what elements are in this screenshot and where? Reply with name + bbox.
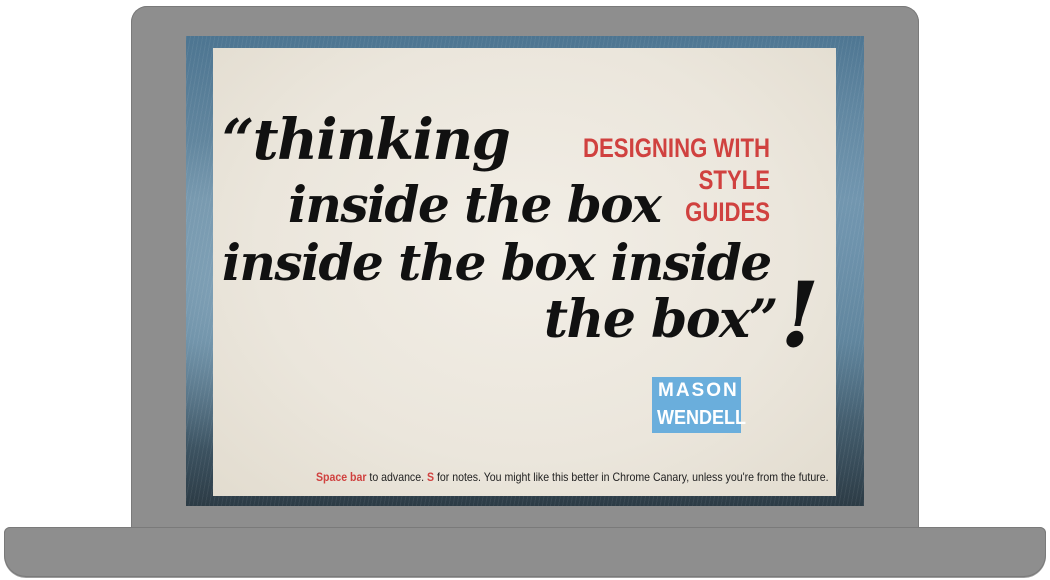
- instructions-text-2: for notes. You might like this better in…: [434, 470, 829, 484]
- slide-title: DESIGNING WITH STYLE GUIDES: [581, 132, 770, 228]
- author-badge: MASON WENDELL: [652, 377, 746, 433]
- quote-line-1: “thinking: [222, 107, 511, 173]
- quote-line-4: the box”: [544, 289, 778, 350]
- slide-title-line-2: GUIDES: [685, 197, 770, 227]
- space-bar-key-label: Space bar: [316, 470, 367, 484]
- author-first-name: MASON: [658, 380, 739, 401]
- laptop-base: [4, 527, 1046, 577]
- instructions-text-1: to advance.: [366, 470, 427, 484]
- navigation-instructions: Space bar to advance. S for notes. You m…: [316, 470, 829, 484]
- exclamation-mark: !: [780, 262, 820, 368]
- author-last-name: WENDELL: [657, 407, 747, 429]
- quote-line-3: inside the box inside: [222, 233, 772, 292]
- slide-title-line-1: DESIGNING WITH STYLE: [583, 133, 770, 195]
